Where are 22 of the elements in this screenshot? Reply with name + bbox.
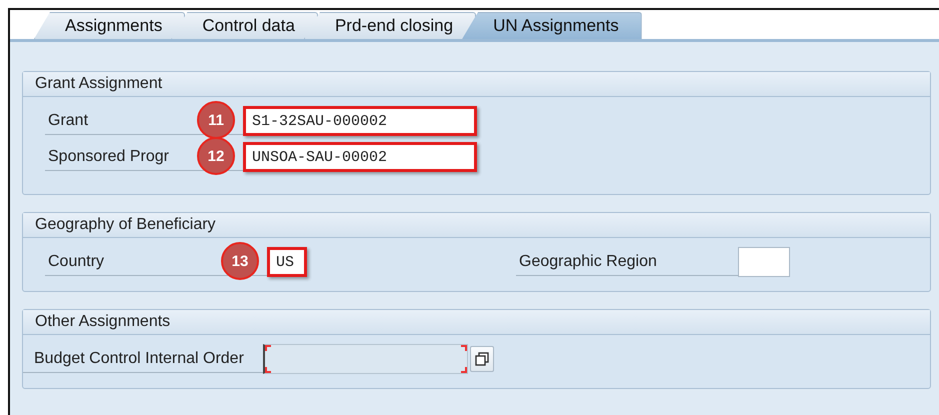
tab[interactable]: Control data (171, 12, 318, 39)
step-marker: 13 (221, 242, 259, 280)
value-help-button[interactable] (470, 346, 494, 372)
field-label: Geographic Region (519, 252, 657, 270)
field-label: Grant (48, 112, 88, 130)
input-field[interactable] (263, 344, 468, 374)
group-title: Grant Assignment (23, 72, 930, 97)
tab[interactable]: Prd-end closing (304, 12, 476, 39)
input-field[interactable]: S1-32SAU-000002 (243, 106, 477, 136)
tab[interactable]: Assignments (34, 12, 186, 39)
input-field[interactable] (738, 247, 790, 277)
group-title: Geography of Beneficiary (23, 213, 930, 238)
group-title: Other Assignments (23, 310, 930, 335)
input-field[interactable]: US (267, 247, 307, 277)
field-label: Country (48, 252, 104, 270)
field-label: Budget Control Internal Order (34, 350, 244, 368)
copy-icon (475, 352, 489, 366)
field-label: Sponsored Progr (48, 148, 169, 166)
input-field[interactable]: UNSOA-SAU-00002 (243, 142, 477, 172)
step-marker: 11 (197, 101, 235, 139)
step-marker: 12 (197, 137, 235, 175)
tab[interactable]: UN Assignments (462, 12, 642, 39)
